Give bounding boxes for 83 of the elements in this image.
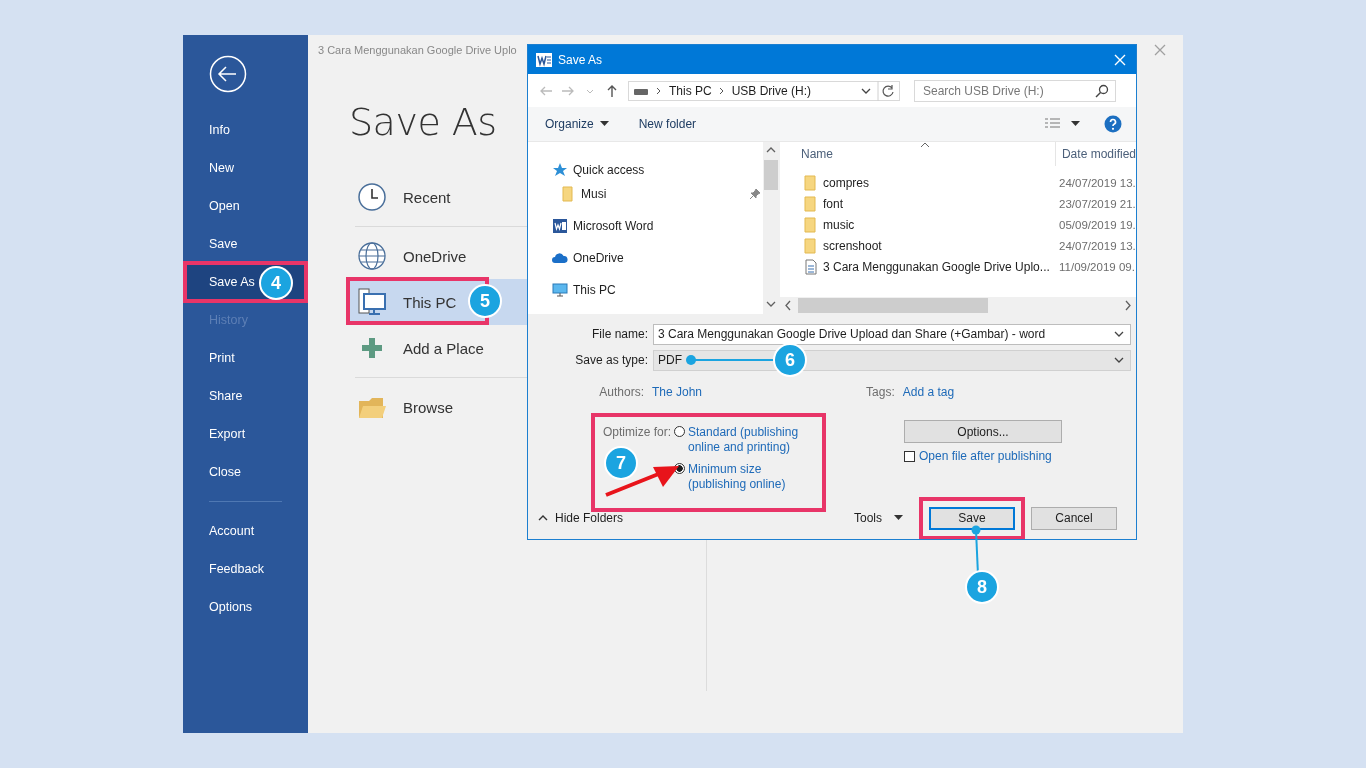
search-field[interactable]: Search USB Drive (H:): [914, 79, 1116, 102]
folder-icon: [560, 186, 576, 202]
file-name[interactable]: 3 Cara Menggunakan Google Drive Uplo...: [823, 259, 1059, 274]
folder-icon: [803, 216, 819, 233]
sidebar-item[interactable]: Close: [183, 453, 308, 491]
chevron-down-icon: [1114, 330, 1124, 338]
page-heading: Save As: [349, 100, 497, 144]
caret-icon: [894, 515, 903, 521]
cancel-button[interactable]: Cancel: [1031, 506, 1117, 530]
sidebar-item[interactable]: Print: [183, 339, 308, 377]
sidebar-item[interactable]: Options: [183, 588, 308, 626]
column-header[interactable]: Name: [801, 147, 1055, 161]
file-name[interactable]: screnshoot: [823, 238, 1059, 253]
radio-label[interactable]: Minimum size (publishing online): [688, 462, 806, 492]
word-icon: [536, 51, 552, 68]
close-icon: [1154, 44, 1166, 56]
document-title: 3 Cara Menggunakan Google Drive Uplo: [318, 44, 518, 56]
globe-icon: [357, 241, 387, 271]
save-button[interactable]: Save: [929, 506, 1015, 530]
checkbox[interactable]: [904, 450, 915, 462]
sidebar-item[interactable]: Save: [183, 225, 308, 263]
caret-icon: [599, 121, 609, 127]
place-item[interactable]: Add a Place: [348, 325, 567, 371]
file-name[interactable]: compres: [823, 175, 1059, 190]
sidebar-item[interactable]: Share: [183, 377, 308, 415]
step-badge: 7: [604, 446, 638, 480]
star-icon: [552, 162, 568, 178]
tools-button[interactable]: Tools: [848, 510, 909, 526]
document-icon: [803, 258, 819, 275]
dialog-title: Save As: [558, 52, 604, 67]
search-icon: [1095, 83, 1109, 98]
clock-icon: [357, 182, 387, 212]
field-label: Save as type:: [574, 353, 649, 367]
file-name-field[interactable]: 3 Cara Menggunakan Google Drive Upload dan Share (+Gambar) - word: [653, 323, 1131, 345]
file-name[interactable]: font: [823, 196, 1059, 211]
back-icon[interactable]: [209, 55, 247, 93]
chevron-down-icon: [1114, 356, 1124, 364]
sidebar-item[interactable]: Feedback: [183, 550, 308, 588]
radio-button[interactable]: [674, 426, 685, 437]
column-header[interactable]: Date modified: [1054, 142, 1136, 166]
folder-icon: [803, 174, 819, 191]
hide-folders-button[interactable]: Hide Folders: [538, 511, 624, 525]
folder-icon: [803, 195, 819, 212]
computer-icon: [357, 287, 387, 317]
cloud-icon: [552, 250, 568, 266]
field-label: Tags:: [866, 385, 896, 399]
file-date: 11/09/2019 09.: [1059, 260, 1135, 273]
file-date: 05/09/2019 19.: [1059, 218, 1136, 231]
address-bar[interactable]: This PC USB Drive (H:): [628, 80, 900, 101]
options-button[interactable]: Options...: [904, 420, 1062, 443]
sort-caret-icon: [920, 142, 930, 148]
chevron-icon: [655, 85, 663, 96]
field-label: Authors:: [598, 385, 645, 399]
sidebar-item[interactable]: Info: [183, 111, 308, 149]
close-icon[interactable]: [1114, 53, 1126, 66]
chevron-icon: [717, 85, 726, 96]
sidebar-item[interactable]: Open: [183, 187, 308, 225]
field-label: Optimize for:: [603, 425, 671, 439]
word-icon: [552, 218, 568, 234]
sidebar-item[interactable]: Account: [183, 512, 308, 550]
help-icon[interactable]: [1104, 115, 1122, 133]
file-date: 23/07/2019 21.: [1059, 197, 1136, 210]
sidebar-item[interactable]: Save As 4: [183, 261, 308, 303]
place-item[interactable]: Browse: [348, 384, 567, 430]
field-label: File name:: [590, 327, 649, 341]
file-name[interactable]: music: [823, 217, 1059, 232]
checkbox-label[interactable]: Open file after publishing: [919, 449, 1052, 463]
file-date: 24/07/2019 13.: [1059, 239, 1136, 252]
authors-link[interactable]: The John: [652, 385, 703, 399]
folder-icon: [803, 237, 819, 254]
chevron-down-icon: [861, 86, 871, 95]
chevron-up-icon: [538, 514, 548, 522]
step-badge: 5: [468, 284, 502, 318]
monitor-icon: [552, 282, 568, 298]
new-folder-button[interactable]: New folder: [631, 114, 704, 134]
sidebar-item[interactable]: Export: [183, 415, 308, 453]
sidebar-item[interactable]: New: [183, 149, 308, 187]
file-date: 24/07/2019 13.: [1059, 176, 1136, 189]
add-tag-link[interactable]: Add a tag: [902, 385, 955, 399]
step-badge: 4: [259, 266, 293, 300]
radio-label[interactable]: Standard (publishing online and printing): [688, 425, 806, 455]
step-badge: 6: [773, 343, 807, 377]
organize-button[interactable]: Organize: [538, 114, 616, 134]
